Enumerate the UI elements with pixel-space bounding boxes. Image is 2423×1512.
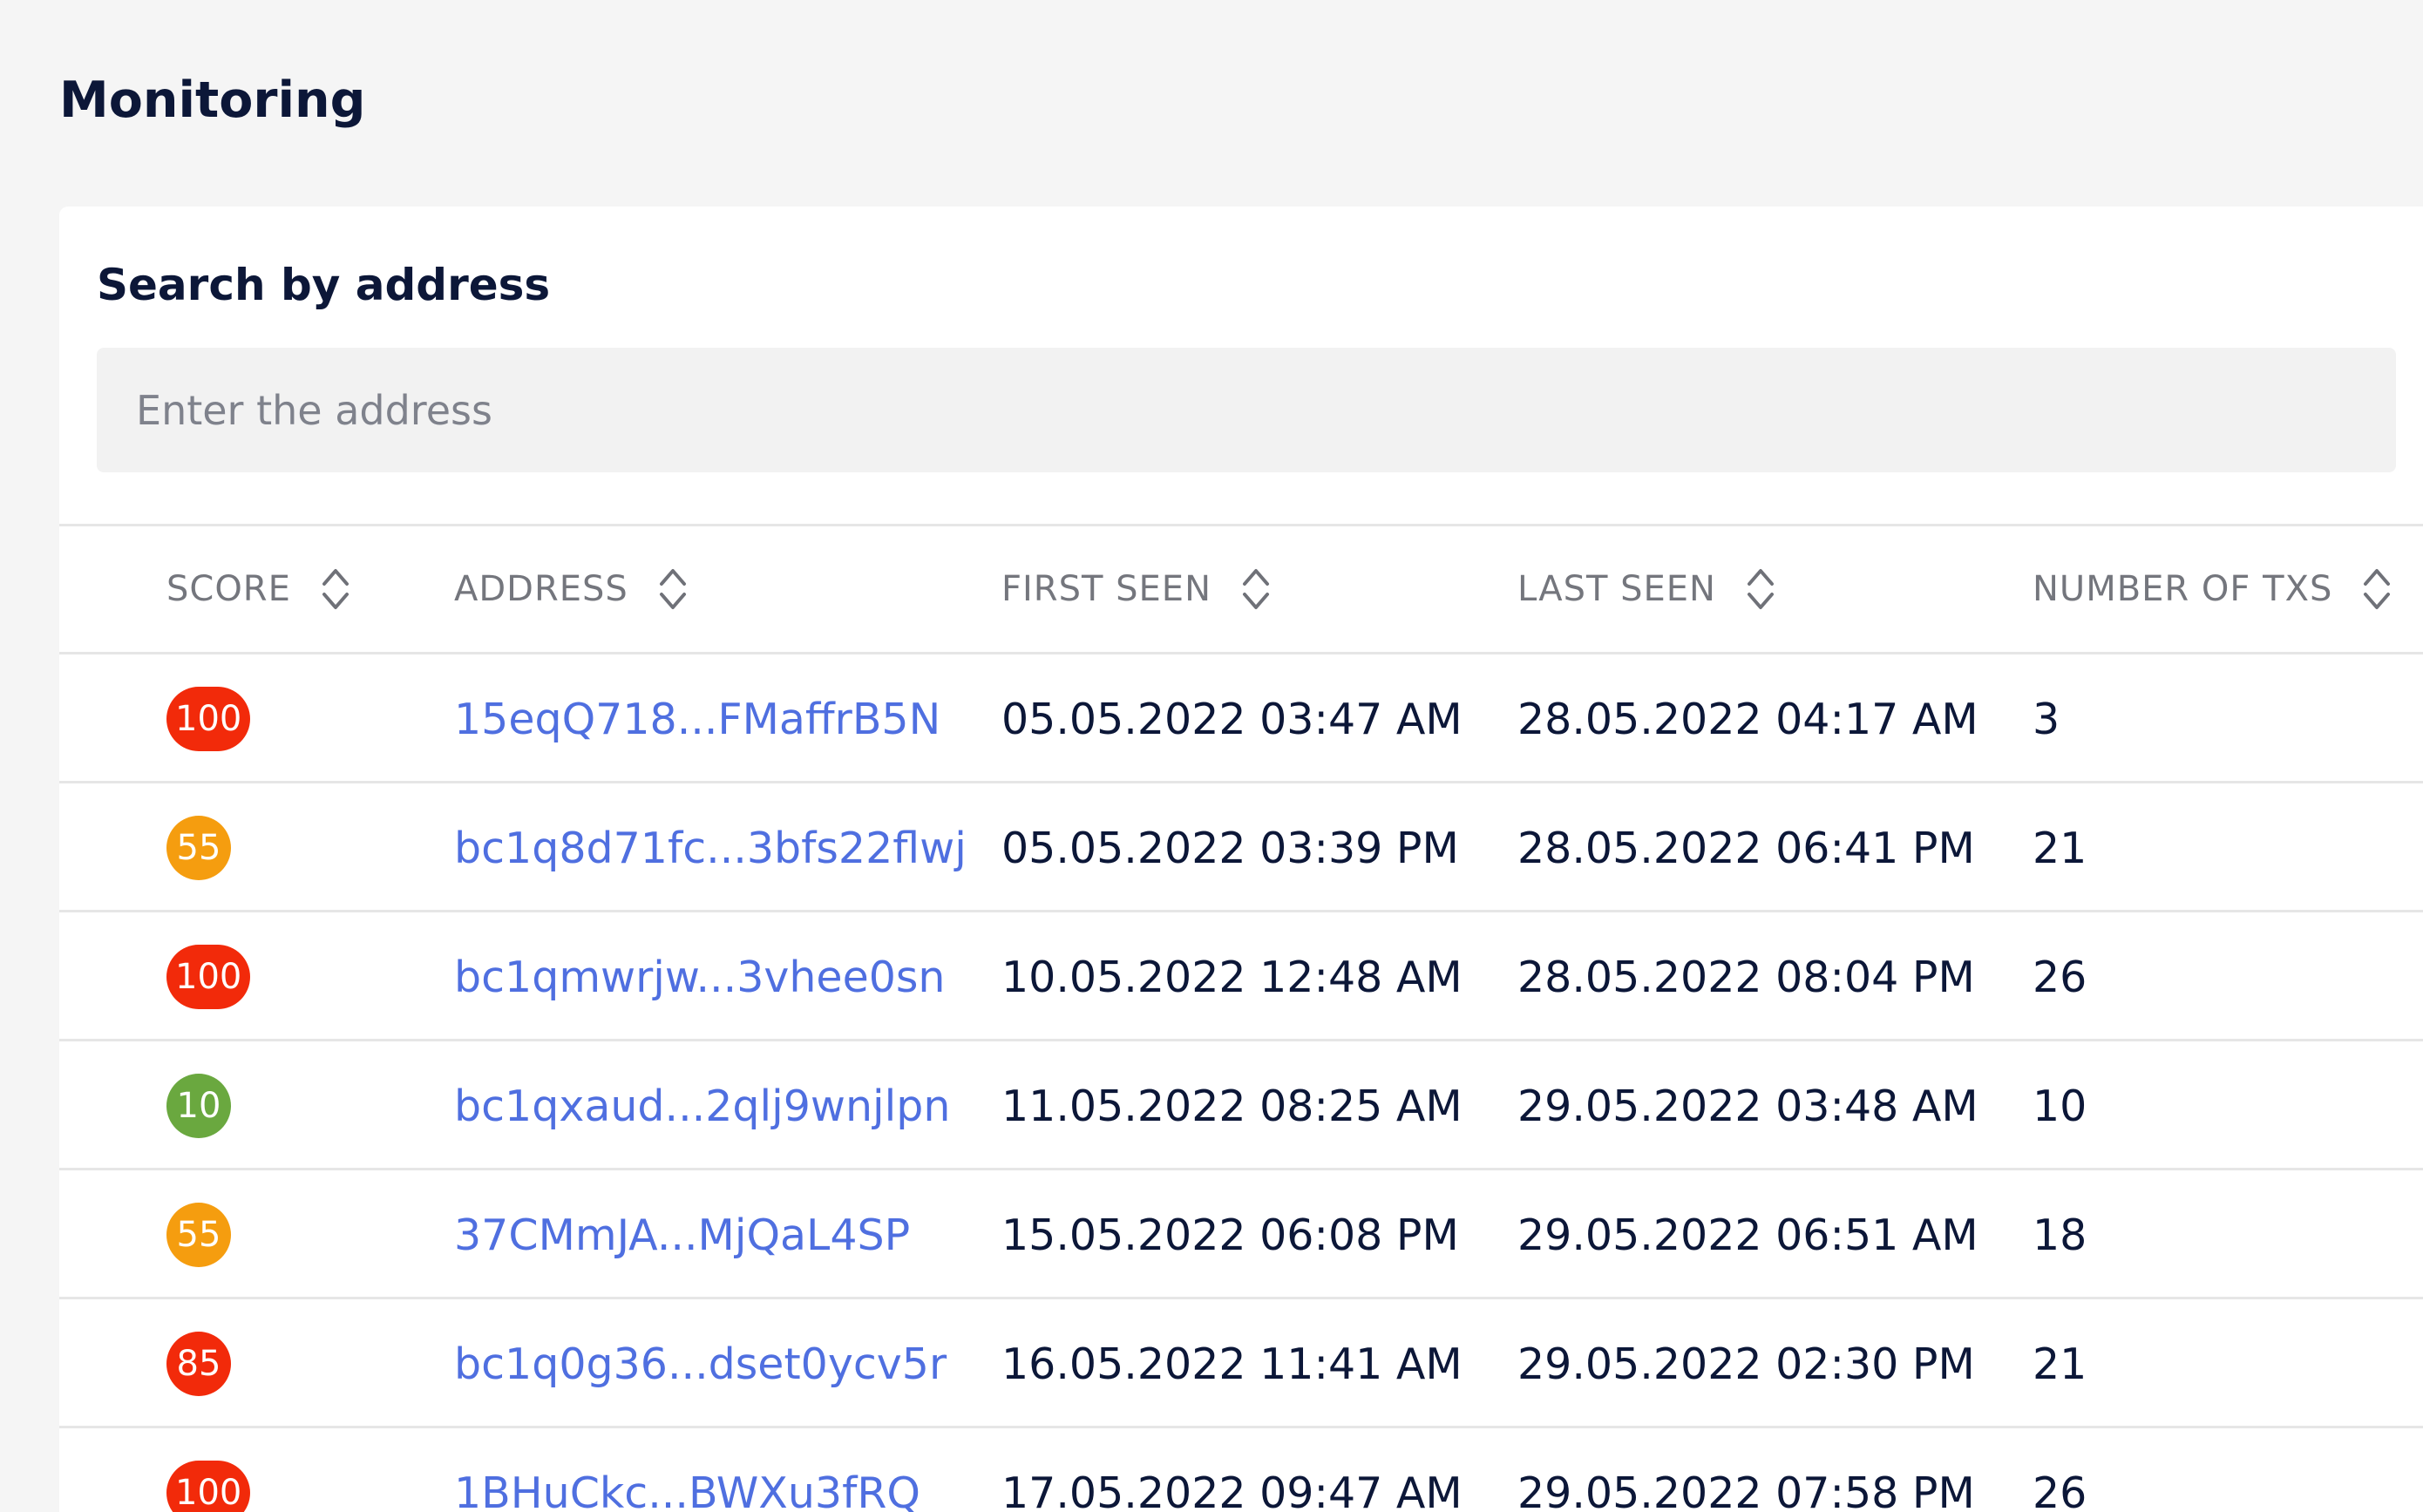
last-seen-cell: 28.05.2022 08:04 PM [1517,952,1975,1002]
table-row[interactable]: 100 15eqQ718...FMaffrB5N 05.05.2022 03:47 … [59,654,2423,783]
sort-icon[interactable] [658,562,688,616]
last-seen-cell: 28.05.2022 06:41 PM [1517,823,1975,873]
address-cell: 37CMmJA...MjQaL4SP [454,1170,910,1299]
table-row[interactable]: 55 bc1q8d71fc...3bfs22flwj 05.05.2022 03:3… [59,783,2423,912]
table-header-row: SCORE ADDRESS FIRST SEEN LAST SEEN NUMBER OF… [59,525,2423,653]
address-link[interactable]: bc1qmwrjw...3vhee0sn [454,953,945,1002]
first-seen-cell: 15.05.2022 06:08 PM [1001,1210,1459,1260]
address-search-input[interactable] [97,348,2396,472]
score-cell: 55 [166,783,231,912]
first-seen-cell: 10.05.2022 12:48 AM [1001,952,1463,1002]
number-of-txs-cell: 21 [2033,1339,2087,1389]
score-badge: 55 [166,1203,231,1267]
column-header-score[interactable]: SCORE [166,525,350,653]
column-header-label: NUMBER OF TXS [2033,569,2333,609]
score-cell: 100 [166,912,251,1041]
table-row[interactable]: 100 bc1qmwrjw...3vhee0sn 10.05.2022 12:48 … [59,912,2423,1041]
last-seen-cell: 28.05.2022 04:17 AM [1517,694,1978,744]
column-header-label: FIRST SEEN [1001,569,1212,609]
column-header-label: LAST SEEN [1517,569,1716,609]
column-header-last-seen[interactable]: LAST SEEN [1517,525,1775,653]
sort-icon[interactable] [2362,562,2392,616]
address-link[interactable]: 37CMmJA...MjQaL4SP [454,1210,910,1260]
first-seen-cell: 05.05.2022 03:47 AM [1001,694,1463,744]
score-badge: 100 [166,945,251,1009]
address-cell: bc1q8d71fc...3bfs22flwj [454,783,967,912]
first-seen-cell: 16.05.2022 11:41 AM [1001,1339,1463,1389]
score-badge: 55 [166,816,231,880]
score-cell: 10 [166,1041,231,1170]
number-of-txs-cell: 3 [2033,694,2060,744]
score-cell: 100 [166,1428,251,1512]
sort-icon[interactable] [1241,562,1271,616]
address-link[interactable]: 15eqQ718...FMaffrB5N [454,695,940,744]
last-seen-cell: 29.05.2022 03:48 AM [1517,1081,1978,1131]
score-badge: 85 [166,1332,231,1396]
first-seen-cell: 11.05.2022 08:25 AM [1001,1081,1463,1131]
page-title: Monitoring [59,71,366,129]
number-of-txs-cell: 21 [2033,823,2087,873]
number-of-txs-cell: 10 [2033,1081,2087,1131]
address-link[interactable]: bc1qxaud...2qlj9wnjlpn [454,1081,950,1131]
first-seen-cell: 05.05.2022 03:39 PM [1001,823,1459,873]
first-seen-cell: 17.05.2022 09:47 AM [1001,1468,1463,1512]
number-of-txs-cell: 18 [2033,1210,2087,1260]
last-seen-cell: 29.05.2022 07:58 PM [1517,1468,1975,1512]
address-cell: bc1q0g36...dset0ycv5r [454,1299,947,1428]
number-of-txs-cell: 26 [2033,952,2087,1002]
table-row[interactable]: 55 37CMmJA...MjQaL4SP 15.05.2022 06:08 PM 2… [59,1170,2423,1299]
score-badge: 100 [166,1461,251,1512]
column-header-num-txs[interactable]: NUMBER OF TXS [2033,525,2392,653]
column-header-first-seen[interactable]: FIRST SEEN [1001,525,1271,653]
search-label: Search by address [97,260,551,310]
score-cell: 85 [166,1299,231,1428]
address-link[interactable]: 1BHuCkc...BWXu3fRQ [454,1468,920,1512]
column-header-address[interactable]: ADDRESS [454,525,688,653]
address-cell: 15eqQ718...FMaffrB5N [454,654,940,783]
column-header-label: SCORE [166,569,291,609]
sort-icon[interactable] [321,562,350,616]
address-cell: 1BHuCkc...BWXu3fRQ [454,1428,920,1512]
score-badge: 100 [166,687,251,751]
sort-icon[interactable] [1746,562,1775,616]
monitoring-panel: Search by address SCORE ADDRESS FIRST SEEN… [59,207,2423,1512]
column-header-label: ADDRESS [454,569,628,609]
score-badge: 10 [166,1074,231,1138]
address-cell: bc1qxaud...2qlj9wnjlpn [454,1041,950,1170]
address-cell: bc1qmwrjw...3vhee0sn [454,912,945,1041]
table-row[interactable]: 100 1BHuCkc...BWXu3fRQ 17.05.2022 09:47 AM… [59,1428,2423,1512]
address-link[interactable]: bc1q8d71fc...3bfs22flwj [454,824,967,873]
last-seen-cell: 29.05.2022 02:30 PM [1517,1339,1975,1389]
last-seen-cell: 29.05.2022 06:51 AM [1517,1210,1978,1260]
score-cell: 55 [166,1170,231,1299]
score-cell: 100 [166,654,251,783]
table-row[interactable]: 10 bc1qxaud...2qlj9wnjlpn 11.05.2022 08:25… [59,1041,2423,1170]
address-link[interactable]: bc1q0g36...dset0ycv5r [454,1339,947,1389]
table-row[interactable]: 85 bc1q0g36...dset0ycv5r 16.05.2022 11:41 … [59,1299,2423,1428]
number-of-txs-cell: 26 [2033,1468,2087,1512]
